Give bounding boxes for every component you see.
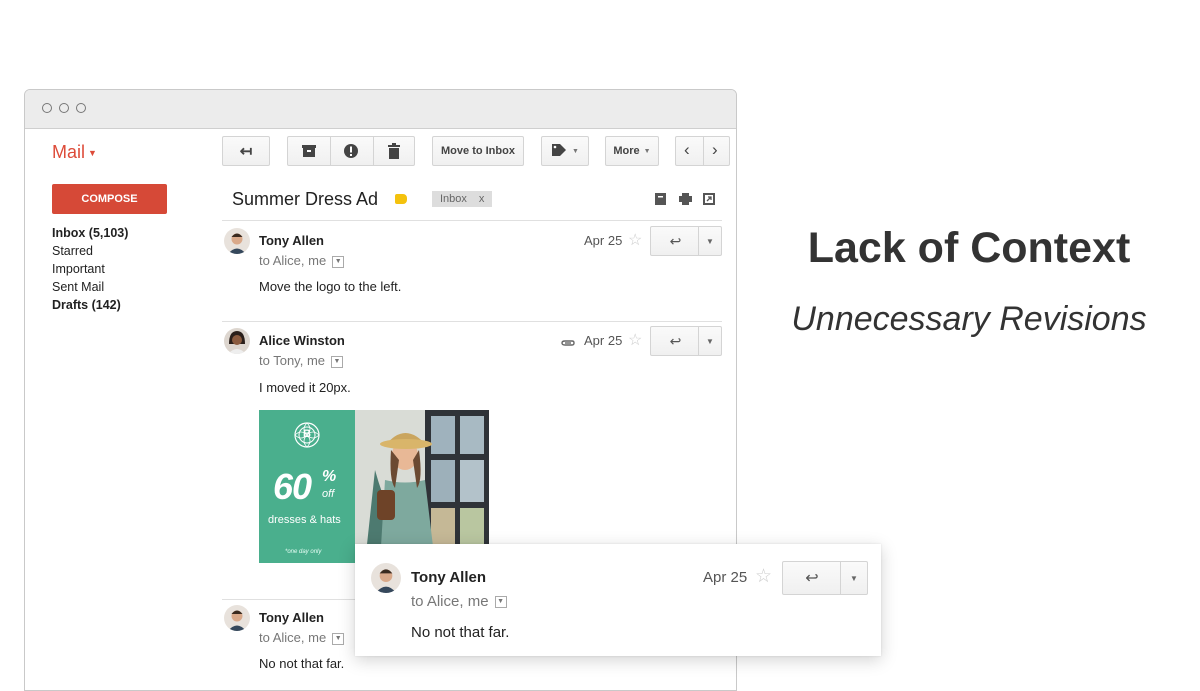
mail-app-name: Mail [52,142,86,162]
attachment-icon [560,335,576,353]
importance-label-icon [395,194,407,204]
nav-item-inbox[interactable]: Inbox (5,103) [52,224,128,242]
brand-logo-letter: B [303,428,311,440]
nav-item-important[interactable]: Important [52,260,128,278]
inbox-label-chip: Inbox x [432,191,493,207]
ad-off-text: off [322,488,335,500]
recipient-details-icon[interactable]: ▼ [332,255,345,268]
slide-title: Lack of Context [807,224,1131,272]
reply-button-group: ↩ ▼ [650,226,722,256]
recipient-details-icon[interactable]: ▼ [494,596,507,609]
message-sender[interactable]: Alice Winston [259,333,345,348]
message-recipients[interactable]: to Alice, me ▼ [259,253,345,268]
reply-button-group: ↩ ▼ [782,561,868,595]
brand-logo-icon: B [292,420,322,455]
recipients-label: to Alice, me [259,630,327,645]
caret-down-icon: ▼ [572,147,579,155]
recipients-label: to Alice, me [259,253,327,268]
folder-nav: Inbox (5,103) Starred Important Sent Mai… [52,224,128,314]
recipient-details-icon[interactable]: ▼ [331,355,343,368]
inbox-chip-label: Inbox [440,193,467,205]
ad-percent-sign: % [322,468,337,485]
ad-model-photo [355,410,489,563]
star-icon[interactable]: ☆ [755,565,772,588]
window-maximize-dot[interactable] [76,103,86,113]
avatar [224,228,250,254]
chip-close-icon[interactable]: x [479,193,485,205]
move-to-inbox-button[interactable]: Move to Inbox [432,136,524,166]
avatar [224,605,250,631]
message-sender[interactable]: Tony Allen [259,233,324,248]
prev-icon[interactable]: ‹ [684,140,690,160]
star-icon[interactable]: ☆ [628,230,642,250]
caret-down-icon: ▼ [88,148,97,159]
recipients-label: to Tony, me [259,353,325,368]
ad-image-attachment[interactable]: B 60 % off dresses & hats *one day only [259,410,489,563]
recipient-details-icon[interactable]: ▼ [332,632,345,645]
zoomed-message-card: Tony Allen to Alice, me ▼ Apr 25 ☆ ↩ ▼ No… [355,544,881,656]
print-all-icon[interactable] [655,193,666,208]
more-actions-icon[interactable]: ▼ [698,227,721,255]
message-body: No not that far. [411,624,510,641]
more-actions-icon[interactable]: ▼ [840,562,867,594]
mail-menu[interactable]: Mail ▼ [52,142,97,163]
back-button[interactable]: ↤ [222,136,270,166]
reply-icon[interactable]: ↩ [651,227,700,255]
move-to-inbox-label: Move to Inbox [441,145,515,157]
reply-icon[interactable]: ↩ [651,327,700,355]
caret-down-icon: ▼ [643,147,651,155]
printer-icon[interactable] [679,193,692,208]
message-body: Move the logo to the left. [259,279,402,294]
more-button[interactable]: More ▼ [605,136,659,166]
avatar [224,328,250,354]
message-recipients[interactable]: to Tony, me ▼ [259,353,343,368]
archive-icon[interactable] [301,144,317,161]
next-icon[interactable]: › [712,140,718,160]
report-spam-icon[interactable] [343,143,359,162]
ad-subtitle: dresses & hats [268,514,341,526]
nav-item-drafts[interactable]: Drafts (142) [52,296,128,314]
window-titlebar [25,90,736,129]
window-minimize-dot[interactable] [59,103,69,113]
label-menu-button[interactable]: ▼ [541,136,589,166]
avatar [371,563,401,593]
reply-button-group: ↩ ▼ [650,326,722,356]
new-window-icon[interactable] [703,193,715,208]
message-recipients[interactable]: to Alice, me ▼ [259,630,345,645]
compose-button[interactable]: COMPOSE [52,184,167,214]
message-sender[interactable]: Tony Allen [259,610,324,625]
message-date: Apr 25 [584,333,623,348]
message-sender[interactable]: Tony Allen [411,569,486,586]
thread-subject: Summer Dress Ad [232,189,379,209]
more-actions-icon[interactable]: ▼ [698,327,721,355]
trash-icon[interactable] [387,143,401,162]
ad-fine-print: *one day only [285,549,322,555]
ad-discount-number: 60 [273,466,312,507]
star-icon[interactable]: ☆ [628,330,642,350]
pager-button-group: ‹ › [675,136,730,166]
message-body: No not that far. [259,656,345,671]
window-close-dot[interactable] [42,103,52,113]
nav-item-sent[interactable]: Sent Mail [52,278,128,296]
nav-item-starred[interactable]: Starred [52,242,128,260]
message-date: Apr 25 [584,233,623,248]
slide-subtitle: Unnecessary Revisions [791,300,1147,338]
label-icon [551,143,567,160]
message-date: Apr 25 [703,569,748,586]
more-label: More [613,145,640,157]
message-body: I moved it 20px. [259,380,351,395]
recipients-label: to Alice, me [411,593,489,610]
reply-icon[interactable]: ↩ [783,562,841,594]
action-button-group [287,136,415,166]
back-arrow-icon: ↤ [239,143,253,160]
ad-green-panel: B 60 % off dresses & hats *one day only [259,410,355,563]
message-recipients[interactable]: to Alice, me ▼ [411,593,507,610]
